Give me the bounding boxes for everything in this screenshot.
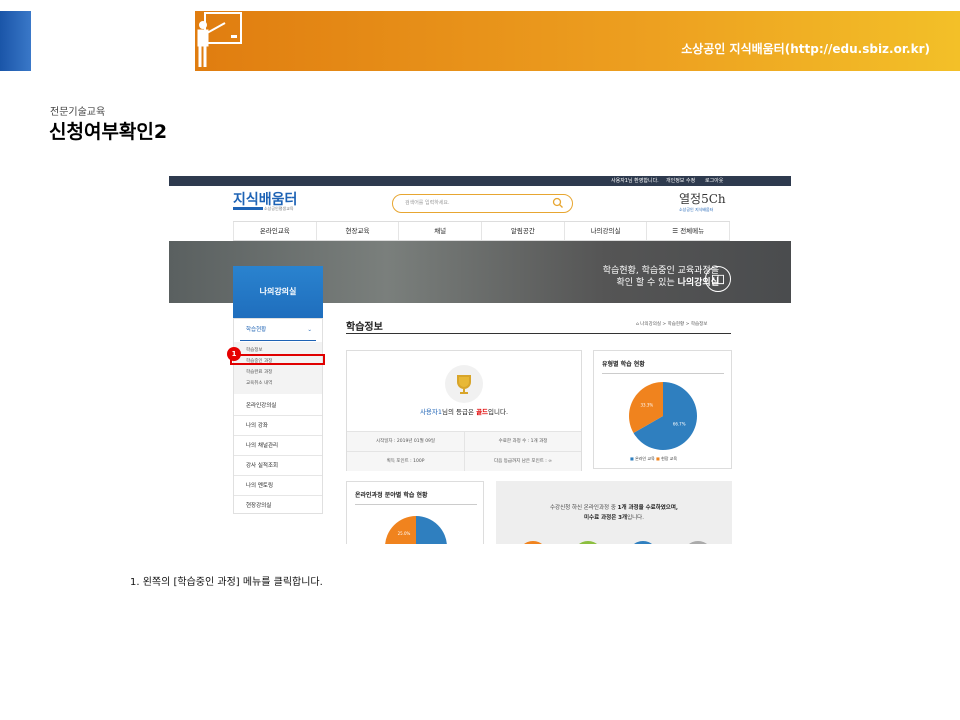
chevron-down-icon: ⌄ xyxy=(307,327,312,333)
sidebar-group-learning-status[interactable]: 학습현황 ⌄ xyxy=(240,319,316,341)
pie-label-1: 33.3% xyxy=(640,403,653,408)
grade-value: 골드 xyxy=(476,408,489,416)
banner-text: 학습현황, 학습중인 교육과정을 확인 할 수 있는 나의강의실 xyxy=(603,265,719,289)
summary-card: 수강신청 하신 온라인과정 중 1개 과정을 수료하였으며, 미수료 과정은 3… xyxy=(496,481,732,544)
trophy-icon xyxy=(445,365,483,403)
logo-subtitle: 소상공인평생교육 xyxy=(264,206,294,211)
summary-line1-emph: 1개 과정을 수료하였으며, xyxy=(617,505,679,511)
step-badge: 1 xyxy=(227,347,241,361)
instruction-text: 1. 왼쪽의 [학습중인 과정] 메뉴를 클릭합니다. xyxy=(130,577,323,588)
sidebar-item-channel-manage[interactable]: 나의 채널관리 xyxy=(234,436,322,456)
main-nav: 온라인교육 현장교육 채널 알림공간 나의강의실 ☰ 전체메뉴 xyxy=(233,221,731,241)
summary-line1: 수강신청 하신 온라인과정 중 1개 과정을 수료하였으며, xyxy=(496,503,732,513)
chart1-divider xyxy=(602,373,724,374)
type-chart-card: 유형별 학습 현황 66.7% 33.3% ■ 온라인 교육 ■ 현장 교육 xyxy=(593,350,732,469)
welcome-text: 사용자1님 환영합니다. xyxy=(611,178,659,184)
sidebar-sub-cancelled[interactable]: 교육취소 내역 xyxy=(246,380,272,386)
stat-circle-orange xyxy=(518,541,548,544)
nav-my-classroom[interactable]: 나의강의실 xyxy=(565,222,648,240)
breadcrumb: ⌂ 나의강의실 > 학습현황 > 학습정보 xyxy=(636,321,707,327)
sidebar-item-online-classroom[interactable]: 온라인강의실 xyxy=(234,396,322,416)
teacher-board-icon xyxy=(197,12,242,67)
search-icon[interactable] xyxy=(552,197,564,209)
sidebar-menu: 학습현황 ⌄ 학습정보 학습중인 과정 학습완료 과정 교육취소 내역 온라인강의… xyxy=(233,318,323,514)
summary-line2: 미수료 과정은 3개입니다. xyxy=(496,513,732,523)
sidebar-submenu: 학습정보 학습중인 과정 학습완료 과정 교육취소 내역 xyxy=(234,342,322,394)
chart1-pie: 66.7% 33.3% xyxy=(629,382,697,450)
nav-all-menu[interactable]: ☰ 전체메뉴 xyxy=(647,222,731,240)
nav-all-menu-label: 전체메뉴 xyxy=(680,227,705,235)
site-title: 소상공인 지식배움터(http://edu.sbiz.or.kr) xyxy=(681,42,930,56)
campaign-subtitle: 소상공인 지식배움터 xyxy=(679,207,714,212)
grade-card: 사용자1님의 등급은 골드입니다. 시작일자 : 2019년 01월 09일 수… xyxy=(346,350,582,471)
completed-count: 수료한 과정 수 : 1개 과정 xyxy=(465,431,581,451)
legend-field: 현장 교육 xyxy=(661,456,678,461)
chart2-divider xyxy=(355,504,477,505)
chart2-title: 온라인과정 분야별 학습 현황 xyxy=(355,492,428,499)
sidebar-item-my-courses[interactable]: 나의 강좌 xyxy=(234,416,322,436)
summary-line2-emph: 미수료 과정은 3개 xyxy=(583,515,628,521)
nav-online-edu[interactable]: 온라인교육 xyxy=(233,222,317,240)
page-title: 학습정보 xyxy=(346,322,383,333)
grade-text: 사용자1님의 등급은 골드입니다. xyxy=(347,406,581,416)
legend-swatch-online: ■ xyxy=(630,456,634,461)
start-date: 시작일자 : 2019년 01월 09일 xyxy=(347,431,465,451)
slide-title: 신청여부확인2 xyxy=(49,121,168,143)
book-icon xyxy=(705,266,731,292)
title-divider xyxy=(346,333,731,334)
earned-points: 획득 포인트 : 100P xyxy=(347,451,465,471)
banner-line2: 확인 할 수 있는 나의강의실 xyxy=(603,277,719,289)
search-input[interactable]: 검색어를 입력하세요. xyxy=(392,194,573,213)
field-chart-card: 온라인과정 분야별 학습 현황 25.0% xyxy=(346,481,484,544)
grade-user: 사용자1 xyxy=(419,408,443,416)
banner-line2-text: 확인 할 수 있는 xyxy=(616,278,678,288)
chart1-legend: ■ 온라인 교육 ■ 현장 교육 xyxy=(630,456,677,462)
nav-channel[interactable]: 채널 xyxy=(399,222,483,240)
sidebar-sub-learning-info[interactable]: 학습정보 xyxy=(246,347,263,353)
stat-circle-gray xyxy=(683,541,713,544)
grade-mid: 님의 등급은 xyxy=(442,408,477,416)
summary-line2-text: 입니다. xyxy=(627,515,644,521)
campaign-logo: 열정5Ch xyxy=(679,192,726,206)
legend-online: 온라인 교육 xyxy=(635,456,655,461)
grade-post: 입니다. xyxy=(488,408,509,416)
sidebar-sub-completed-courses[interactable]: 학습완료 과정 xyxy=(246,369,272,375)
stat-circle-blue xyxy=(628,541,658,544)
logo-underline xyxy=(233,207,263,210)
sidebar-group-label: 학습현황 xyxy=(246,327,267,333)
top-utility-bar: 사용자1님 환영합니다. 개인정보 수정 로그아웃 xyxy=(169,176,791,186)
search-placeholder: 검색어를 입력하세요. xyxy=(405,200,450,206)
sidebar-item-instructor-stats[interactable]: 강사 실적조회 xyxy=(234,456,322,476)
highlight-box xyxy=(230,354,325,365)
logout-link[interactable]: 로그아웃 xyxy=(705,177,723,184)
slide-kicker: 전문기술교육 xyxy=(50,107,106,118)
breadcrumb-text: 나의강의실 > 학습현황 > 학습정보 xyxy=(640,322,708,327)
summary-line1-text: 수강신청 하신 온라인과정 중 xyxy=(549,505,618,511)
chart2-pie: 25.0% xyxy=(385,516,447,544)
summary-text: 수강신청 하신 온라인과정 중 1개 과정을 수료하였으며, 미수료 과정은 3… xyxy=(496,503,732,523)
sidebar-item-field-classroom[interactable]: 현장강의실 xyxy=(234,496,322,516)
sidebar-item-mentoring[interactable]: 나의 멘토링 xyxy=(234,476,322,496)
website-screenshot: 사용자1님 환영합니다. 개인정보 수정 로그아웃 지식배움터 소상공인평생교육… xyxy=(169,176,791,544)
nav-notice[interactable]: 알림공간 xyxy=(482,222,565,240)
legend-swatch-field: ■ xyxy=(656,456,660,461)
points-to-next: 다음 등급까지 남은 포인트 : ∞ xyxy=(465,451,581,471)
header-accent-left xyxy=(0,11,31,71)
edit-profile-link[interactable]: 개인정보 수정 xyxy=(666,177,695,184)
stat-circle-green xyxy=(573,541,603,544)
banner-line1: 학습현황, 학습중인 교육과정을 xyxy=(602,266,719,276)
pie-label-1: 25.0% xyxy=(398,531,411,536)
sidebar-title: 나의강의실 xyxy=(233,266,323,318)
nav-field-edu[interactable]: 현장교육 xyxy=(317,222,400,240)
pie-label-0: 66.7% xyxy=(673,421,686,426)
hamburger-icon: ☰ xyxy=(672,227,681,235)
chart1-title: 유형별 학습 현황 xyxy=(602,361,645,368)
